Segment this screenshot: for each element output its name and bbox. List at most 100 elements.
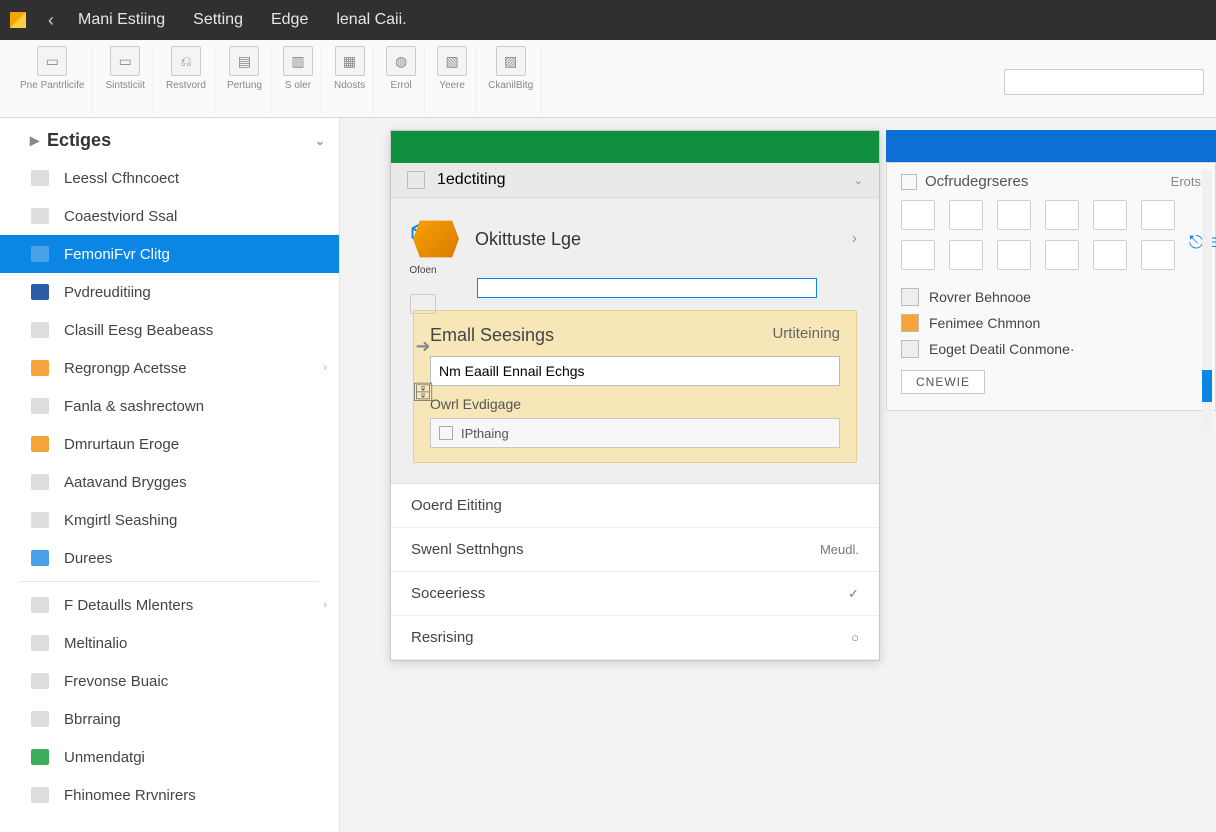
grid-tile[interactable] [997, 200, 1031, 230]
dialog-accent-bar [391, 131, 879, 163]
sidebar-item[interactable]: Coaestviord Ssal [0, 197, 339, 235]
sidebar-item[interactable]: F Detaulls Mlenters› [0, 586, 339, 624]
sidebar-item[interactable]: Bbrraing [0, 700, 339, 738]
back-button[interactable]: ‹ [40, 10, 62, 31]
chevron-down-icon[interactable]: ⌄ [854, 174, 863, 187]
sidebar-item[interactable]: Leessl Cfhncoect [0, 159, 339, 197]
sidebar-item-label: Fhinomee Rrvnirers [64, 787, 196, 804]
ribbon-icon[interactable]: ▤ [229, 46, 259, 76]
ribbon-label: Ndosts [334, 80, 365, 91]
grid-tile[interactable] [1141, 240, 1175, 270]
email-settings-panel: Emall Seesings Urtiteining Owrl Evdigage… [413, 310, 857, 463]
sidebar-item[interactable]: Pvdreuditiing [0, 273, 339, 311]
sidebar-item[interactable]: Dmrurtaun Eroge [0, 425, 339, 463]
ribbon-label: Sintsticiit [105, 80, 144, 91]
ribbon-icon[interactable]: ⎌ [171, 46, 201, 76]
pane-link[interactable]: Rovrer Behnooe [901, 284, 1201, 310]
grid-tile[interactable] [1141, 200, 1175, 230]
pane-header-right: Erots [1171, 174, 1201, 189]
list-row[interactable]: Soceeriess✓ [391, 572, 879, 616]
sidebar-item-label: Aatavand Brygges [64, 474, 187, 491]
grid-tile[interactable] [949, 200, 983, 230]
ribbon-icon[interactable]: ◍ [386, 46, 416, 76]
sidebar-item-icon [30, 434, 50, 454]
pane-link[interactable]: Fenimee Chmnon [901, 310, 1201, 336]
chevron-right-icon[interactable]: › [852, 230, 857, 248]
content-canvas: 1edctiting ⌄ Ofoen ➜ 🗄 Okittuste Lge › [340, 118, 1216, 832]
sidebar-item-icon [30, 671, 50, 691]
sidebar-item-icon [30, 320, 50, 340]
ribbon-search-input[interactable] [1004, 69, 1204, 95]
sidebar-item-label: Fanla & sashrectown [64, 398, 204, 415]
combo-label: IPthaing [461, 426, 509, 441]
sidebar-item[interactable]: Regrongp Acetsse› [0, 349, 339, 387]
sidebar-item[interactable]: Kmgirtl Seashing [0, 501, 339, 539]
grid-tile[interactable] [997, 240, 1031, 270]
dialog-list: Ooerd Eititing Swenl SettnhgnsMeudl. Soc… [391, 483, 879, 660]
sidebar-item[interactable]: FemoniFvr Clitg [0, 235, 339, 273]
panel-sub-label: Owrl Evdigage [430, 396, 840, 412]
sidebar: ▸ Ectiges ⌄ Leessl CfhncoectCoaestviord … [0, 118, 340, 832]
sidebar-item-icon [30, 168, 50, 188]
list-row[interactable]: Resrising○ [391, 616, 879, 660]
doc-icon [901, 174, 917, 190]
grid-tile[interactable] [1045, 240, 1079, 270]
list-row[interactable]: Ooerd Eititing [391, 484, 879, 528]
sidebar-item[interactable]: Fanla & sashrectown [0, 387, 339, 425]
slim-input[interactable] [477, 278, 817, 298]
protocol-combo[interactable]: IPthaing [430, 418, 840, 448]
title-bar: ‹ Mani Estiing Setting Edge lenal Caii. [0, 0, 1216, 40]
ribbon-icon[interactable]: ▦ [335, 46, 365, 76]
sidebar-item-icon [30, 747, 50, 767]
combo-icon [439, 426, 453, 440]
sidebar-item-icon [30, 244, 50, 264]
menu-item[interactable]: lenal Caii. [324, 7, 418, 33]
pane-link[interactable]: Eoget Deatil Conmone· [901, 336, 1201, 362]
ribbon-icon[interactable]: ▭ [110, 46, 140, 76]
grid-tile[interactable] [1093, 200, 1127, 230]
product-logo-icon [413, 216, 459, 262]
briefcase-icon[interactable]: 🗄 [409, 378, 437, 406]
ribbon-label: Restvord [166, 80, 206, 91]
grid-tile[interactable] [949, 240, 983, 270]
panel-subtitle: Urtiteining [772, 325, 840, 346]
panel-title: Emall Seesings [430, 325, 554, 346]
grid-tile[interactable] [901, 240, 935, 270]
sidebar-item[interactable]: Meltinalio [0, 624, 339, 662]
sidebar-item-label: Dmrurtaun Eroge [64, 436, 179, 453]
sidebar-item[interactable]: Aatavand Brygges [0, 463, 339, 501]
sidebar-header[interactable]: ▸ Ectiges ⌄ [0, 124, 339, 159]
arrow-icon[interactable]: ➜ [409, 332, 437, 360]
grid-tile[interactable] [1093, 240, 1127, 270]
scrollbar[interactable] [1202, 170, 1212, 430]
menu-item[interactable]: Edge [259, 7, 320, 33]
ribbon-label: CkanilBitg [488, 80, 533, 91]
sidebar-item-icon [30, 633, 50, 653]
ribbon-icon[interactable]: ▨ [496, 46, 526, 76]
sidebar-item[interactable]: Clasill Eesg Beabeass [0, 311, 339, 349]
create-button[interactable]: CNEWIE [901, 370, 985, 394]
main-area: ▸ Ectiges ⌄ Leessl CfhncoectCoaestviord … [0, 118, 1216, 832]
menu-item[interactable]: Mani Estiing [66, 7, 177, 33]
sidebar-item[interactable]: Fhinomee Rrvnirers [0, 776, 339, 814]
sidebar-item-label: Meltinalio [64, 635, 127, 652]
grid-tile[interactable] [1045, 200, 1079, 230]
card-icon[interactable] [410, 294, 436, 314]
dialog-breadcrumb: 1edctiting [437, 171, 506, 189]
ribbon-icon[interactable]: ▭ [37, 46, 67, 76]
ribbon-label: Pne Pantrlicife [20, 80, 84, 91]
email-name-input[interactable] [430, 356, 840, 386]
grid-tile[interactable] [901, 200, 935, 230]
ribbon-label: Yeere [439, 80, 465, 91]
menu-item[interactable]: Setting [181, 7, 255, 33]
icon-grid [901, 200, 1175, 270]
sidebar-item-label: Pvdreuditiing [64, 284, 151, 301]
ribbon-icon[interactable]: ▥ [283, 46, 313, 76]
ribbon-icon[interactable]: ▧ [437, 46, 467, 76]
list-row[interactable]: Swenl SettnhgnsMeudl. [391, 528, 879, 572]
sidebar-item[interactable]: Frevonse Buaic [0, 662, 339, 700]
sidebar-item[interactable]: Unmendatgi [0, 738, 339, 776]
pane-header: Ocfrudegrseres [925, 173, 1028, 190]
scrollbar-thumb[interactable] [1202, 370, 1212, 402]
sidebar-item[interactable]: Durees [0, 539, 339, 577]
